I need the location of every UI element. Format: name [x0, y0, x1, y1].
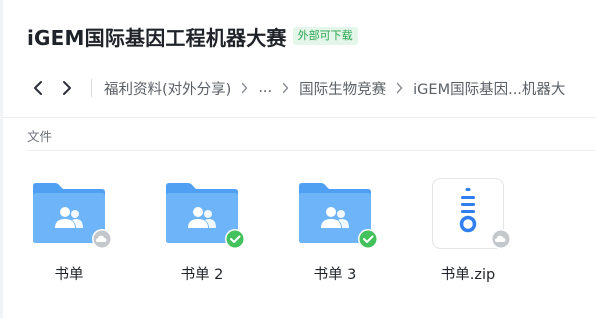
download-badge: 外部可下载 [292, 27, 358, 45]
back-button[interactable] [28, 74, 48, 102]
nav-divider [91, 79, 92, 97]
chevron-right-icon [242, 82, 248, 94]
header-divider [3, 117, 596, 118]
section-divider [27, 150, 596, 151]
file-name: 书单 2 [180, 267, 224, 283]
cloud-status-icon [491, 229, 511, 249]
breadcrumb-item-bio-competition[interactable]: 国际生物竞赛 [299, 78, 386, 99]
shared-folder-icon [299, 183, 378, 249]
shared-folder-icon [33, 183, 112, 249]
file-name: 书单.zip [440, 267, 496, 283]
file-item-folder[interactable]: 书单 [14, 176, 124, 286]
file-item-folder[interactable]: 书单 2 [147, 176, 257, 286]
section-label-files: 文件 [27, 129, 53, 144]
forward-button[interactable] [57, 74, 77, 102]
title-row: iGEM国际基因工程机器大赛 外部可下载 [27, 20, 358, 52]
chevron-left-icon [34, 81, 42, 95]
chevron-right-icon [282, 82, 289, 94]
file-item-folder[interactable]: 书单 3 [280, 176, 390, 286]
breadcrumb-item-current[interactable]: iGEM国际基因...机器大 [413, 78, 565, 99]
sidebar-edge [0, 0, 3, 318]
file-name: 书单 [54, 267, 84, 283]
file-browser-window: iGEM国际基因工程机器大赛 外部可下载 福利资料(对外分享) ... 国际生物… [0, 0, 596, 318]
zip-file-icon [432, 178, 511, 249]
breadcrumb-separator [396, 82, 403, 94]
file-name: 书单 3 [313, 267, 357, 283]
breadcrumb-separator [282, 82, 289, 94]
synced-check-icon [225, 229, 245, 249]
breadcrumb: 福利资料(对外分享) ... 国际生物竞赛 iGEM国际基因...机器大 [28, 74, 565, 102]
cloud-status-icon [92, 229, 112, 249]
chevron-right-icon [63, 81, 71, 95]
synced-check-icon [358, 229, 378, 249]
chevron-right-icon [396, 82, 403, 94]
page-title: iGEM国际基因工程机器大赛 [27, 25, 287, 50]
breadcrumb-item-welfare[interactable]: 福利资料(对外分享) [104, 78, 231, 99]
file-item-zip[interactable]: 书单.zip [413, 176, 523, 286]
breadcrumb-separator [241, 82, 248, 94]
breadcrumb-item-ellipsis[interactable]: ... [258, 80, 272, 96]
shared-folder-icon [166, 183, 245, 249]
